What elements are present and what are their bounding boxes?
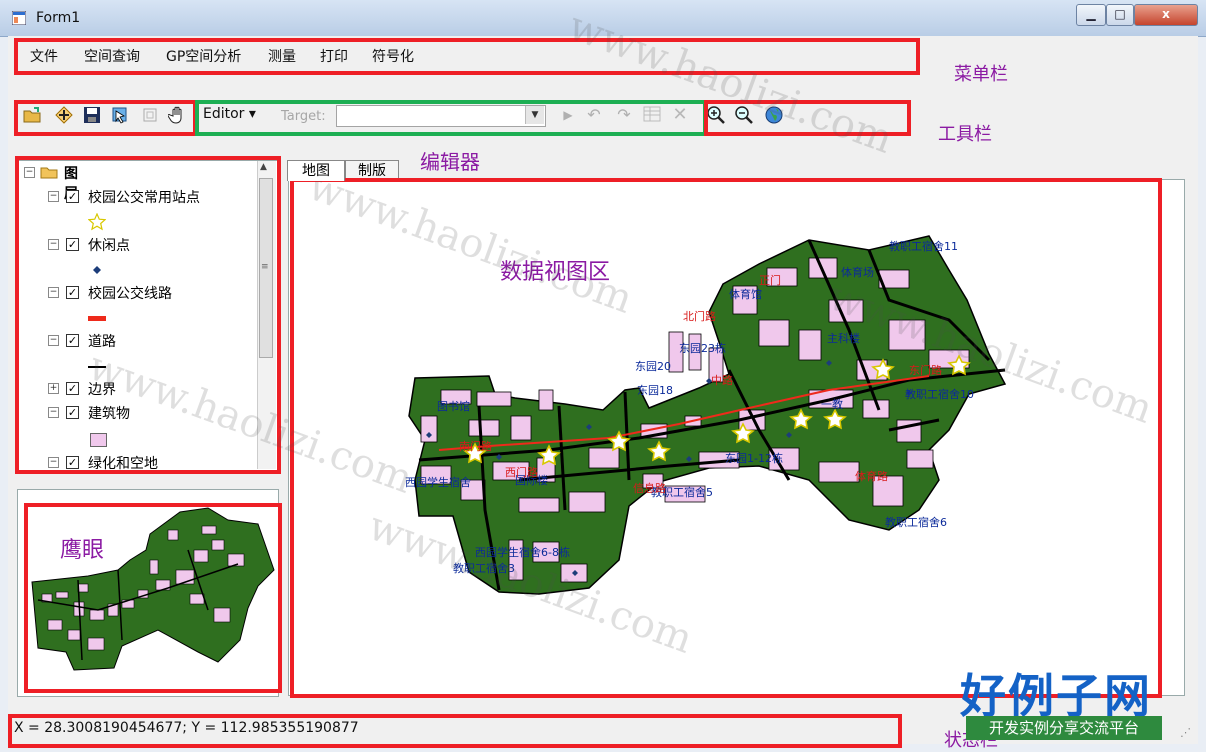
statusbar-highlight <box>8 714 902 748</box>
resize-grip-icon[interactable]: ⋰ <box>1180 726 1191 739</box>
annotation-eagle-eye: 鹰眼 <box>60 538 105 563</box>
annotation-toolbar: 工具栏 <box>938 124 992 145</box>
annotation-editor: 编辑器 <box>420 150 480 174</box>
maximize-icon: □ <box>1114 7 1126 21</box>
close-icon: x <box>1162 7 1170 21</box>
toolbar-right-highlight <box>704 100 911 136</box>
window-title: Form1 <box>36 10 81 26</box>
map-view-highlight <box>290 178 1162 698</box>
menubar-highlight <box>14 38 920 75</box>
annotation-menubar: 菜单栏 <box>954 64 1008 85</box>
toc-highlight <box>15 156 281 474</box>
app-icon <box>12 11 26 25</box>
toolbar-left-highlight <box>14 100 197 136</box>
editor-highlight <box>195 100 707 136</box>
tab-map[interactable]: 地图 <box>287 160 345 181</box>
minimize-icon: ▁ <box>1086 7 1096 21</box>
close-button[interactable]: x <box>1134 4 1198 26</box>
haolizi-tagline: 开发实例分享交流平台 <box>966 716 1162 740</box>
maximize-button[interactable]: □ <box>1106 4 1134 26</box>
minimize-button[interactable]: ▁ <box>1076 4 1106 26</box>
title-bar <box>0 0 1206 37</box>
annotation-data-view: 数据视图区 <box>500 260 611 285</box>
